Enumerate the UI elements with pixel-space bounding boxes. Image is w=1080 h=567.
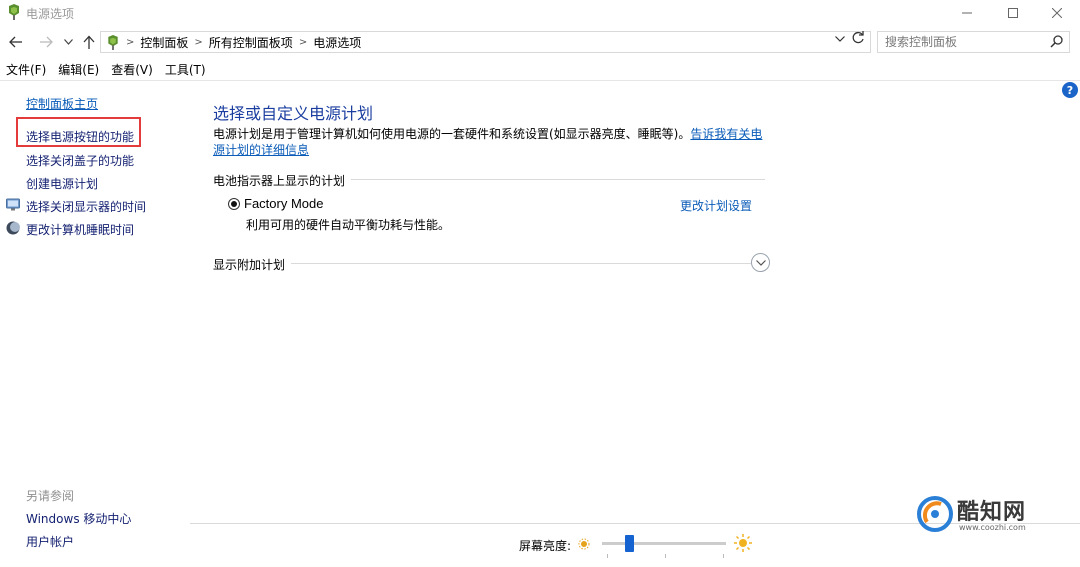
window-title: 电源选项 bbox=[26, 7, 75, 21]
page-title: 选择或自定义电源计划 bbox=[213, 104, 374, 123]
search-input[interactable] bbox=[878, 32, 1038, 52]
breadcrumb-control-panel[interactable]: 控制面板 bbox=[140, 34, 188, 51]
dim-sun-icon bbox=[578, 538, 590, 550]
address-row: > 控制面板 > 所有控制面板项 > 电源选项 bbox=[0, 28, 1080, 56]
search-box[interactable] bbox=[877, 31, 1070, 53]
breadcrumb-separator[interactable]: > bbox=[194, 37, 202, 48]
back-arrow-icon bbox=[9, 36, 22, 48]
group-divider bbox=[213, 263, 751, 264]
sidebar-item-display-off[interactable]: 选择关闭显示器的时间 bbox=[26, 198, 146, 215]
breadcrumb-all-items[interactable]: 所有控制面板项 bbox=[209, 34, 293, 51]
forward-button[interactable] bbox=[36, 32, 56, 52]
help-icon[interactable]: ? bbox=[1062, 82, 1078, 98]
up-button[interactable] bbox=[79, 32, 99, 52]
moon-icon bbox=[6, 221, 20, 235]
watermark-url: www.coozhi.com bbox=[959, 523, 1026, 532]
close-icon bbox=[1052, 8, 1062, 18]
expand-button[interactable] bbox=[751, 253, 770, 272]
breadcrumb-power-options[interactable]: 电源选项 bbox=[313, 34, 361, 51]
brightness-label: 屏幕亮度: bbox=[519, 539, 572, 553]
back-button[interactable] bbox=[6, 32, 26, 52]
maximize-icon bbox=[1008, 8, 1018, 18]
close-button[interactable] bbox=[1034, 0, 1080, 26]
maximize-button[interactable] bbox=[990, 0, 1036, 26]
forward-arrow-icon bbox=[40, 36, 53, 48]
chevron-down-icon bbox=[63, 39, 73, 45]
description-text: 电源计划是用于管理计算机如何使用电源的一套硬件和系统设置(如显示器亮度、睡眠等)… bbox=[213, 127, 691, 141]
menu-file[interactable]: 文件(F) bbox=[0, 61, 52, 79]
coozhi-logo-icon bbox=[917, 496, 953, 532]
page-description: 电源计划是用于管理计算机如何使用电源的一套硬件和系统设置(如显示器亮度、睡眠等)… bbox=[213, 126, 773, 158]
title-bar: 电源选项 bbox=[0, 0, 1080, 26]
show-additional-plans-label[interactable]: 显示附加计划 bbox=[213, 256, 292, 273]
brightness-slider-track[interactable] bbox=[602, 542, 726, 545]
menu-view[interactable]: 查看(V) bbox=[105, 61, 159, 79]
power-options-icon bbox=[9, 4, 19, 20]
mobility-center-link[interactable]: Windows 移动中心 bbox=[26, 510, 131, 527]
change-plan-settings-link[interactable]: 更改计划设置 bbox=[680, 197, 752, 214]
up-arrow-icon bbox=[83, 35, 95, 49]
plan-name[interactable]: Factory Mode bbox=[244, 196, 323, 211]
sidebar-item-power-button[interactable]: 选择电源按钮的功能 bbox=[26, 128, 134, 145]
menu-tools[interactable]: 工具(T) bbox=[159, 61, 212, 79]
chevron-down-icon bbox=[835, 36, 845, 42]
slider-tick bbox=[723, 554, 724, 558]
menu-edit[interactable]: 编辑(E) bbox=[52, 61, 105, 79]
plan-radio-button[interactable] bbox=[228, 198, 240, 210]
breadcrumb-separator: > bbox=[126, 36, 135, 48]
monitor-icon bbox=[6, 198, 20, 211]
breadcrumb-separator[interactable]: > bbox=[299, 37, 307, 48]
recent-locations-button[interactable] bbox=[61, 32, 75, 52]
minimize-icon bbox=[962, 12, 972, 14]
slider-tick bbox=[665, 554, 666, 558]
control-panel-icon bbox=[108, 34, 118, 50]
plan-description: 利用可用的硬件自动平衡功耗与性能。 bbox=[246, 218, 451, 232]
address-bar[interactable]: > 控制面板 > 所有控制面板项 > 电源选项 bbox=[100, 31, 871, 53]
brightness-slider-thumb[interactable] bbox=[624, 535, 634, 552]
sidebar-item-lid-close[interactable]: 选择关闭盖子的功能 bbox=[26, 152, 134, 169]
watermark-brand: 酷知网 bbox=[957, 500, 1027, 525]
battery-plans-label: 电池指示器上显示的计划 bbox=[213, 172, 352, 189]
address-dropdown-button[interactable] bbox=[835, 34, 845, 45]
control-panel-home-link[interactable]: 控制面板主页 bbox=[26, 95, 98, 112]
menu-bar: 文件(F) 编辑(E) 查看(V) 工具(T) bbox=[0, 61, 212, 79]
menu-divider bbox=[0, 80, 1080, 81]
minimize-button[interactable] bbox=[944, 0, 990, 26]
slider-tick bbox=[607, 554, 608, 558]
user-accounts-link[interactable]: 用户帐户 bbox=[26, 533, 74, 550]
refresh-button[interactable] bbox=[851, 31, 865, 49]
watermark: 酷知网 www.coozhi.com bbox=[911, 488, 1059, 542]
refresh-icon bbox=[852, 31, 864, 44]
search-icon[interactable] bbox=[1050, 35, 1063, 48]
sidebar-item-create-plan[interactable]: 创建电源计划 bbox=[26, 175, 98, 192]
chevron-down-icon bbox=[755, 259, 766, 266]
see-also-heading: 另请参阅 bbox=[26, 489, 75, 503]
bright-sun-icon bbox=[734, 534, 752, 552]
sidebar-item-sleep-time[interactable]: 更改计算机睡眠时间 bbox=[26, 221, 134, 238]
